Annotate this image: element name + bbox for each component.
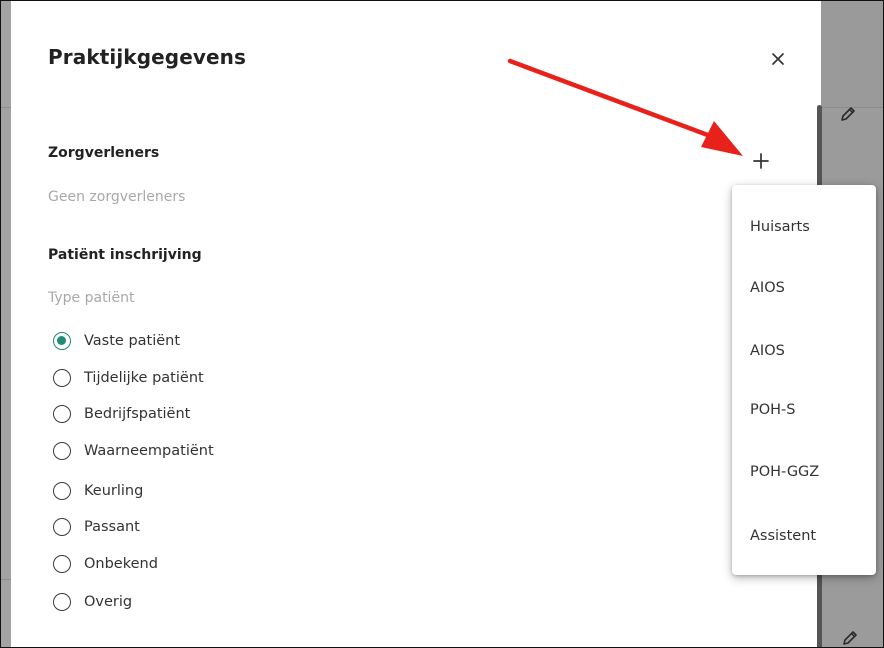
screenshot-frame: Praktijkgegevens Zorgverleners Geen zorg… bbox=[0, 0, 884, 648]
red-arrow-annotation bbox=[507, 58, 743, 156]
